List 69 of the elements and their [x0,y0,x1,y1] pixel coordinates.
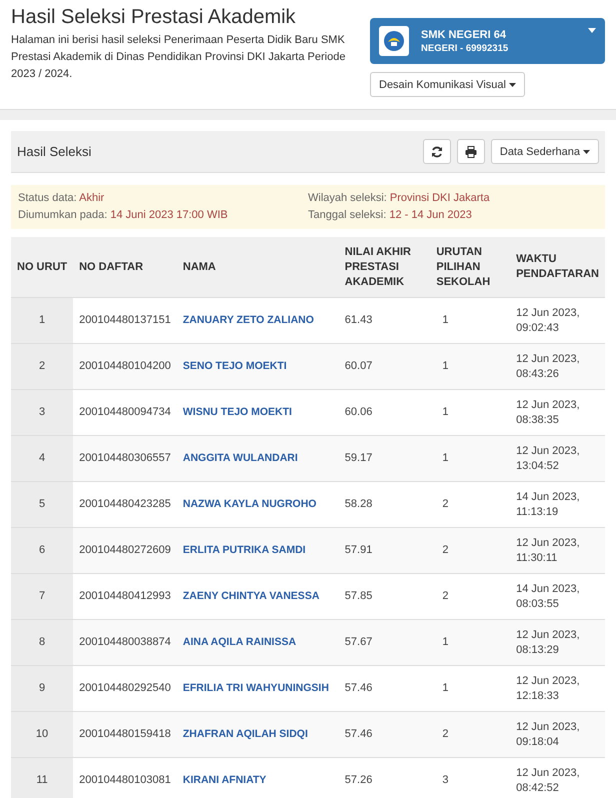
table-cell: 200104480306557 [73,436,177,482]
table-cell: 60.07 [338,344,430,390]
table-cell: 200104480104200 [73,344,177,390]
printer-icon [464,146,477,158]
table-cell: 57.46 [338,712,430,758]
table-cell: 1 [430,436,510,482]
table-cell: 7 [11,574,74,620]
table-cell: 3 [11,390,74,436]
caret-icon [508,82,516,86]
table-cell: 6 [11,528,74,574]
student-name-link[interactable]: KIRANI AFNIATY [182,774,266,786]
table-cell: 9 [11,666,74,712]
student-name-link[interactable]: ZANUARY ZETO ZALIANO [182,314,314,326]
table-cell: 2 [11,344,74,390]
column-header: NO DAFTAR [73,237,177,298]
student-name-link[interactable]: EFRILIA TRI WAHYUNINGSIH [182,682,329,694]
table-cell: 2 [430,528,510,574]
student-name-link[interactable]: ZAENY CHINTYA VANESSA [182,590,320,602]
table-cell: 200104480159418 [73,712,177,758]
info-text: Status data: Akhir [18,191,106,206]
page-title: Hasil Seleksi Prestasi Akademik [11,5,297,29]
column-header: URUTAN PILIHAN SEKOLAH [430,237,510,298]
table-cell: 200104480103081 [73,758,177,798]
table-cell: 200104480038874 [73,620,177,666]
table-cell: 59.17 [338,436,430,482]
table-cell: 57.91 [338,528,430,574]
table-cell: 8 [11,620,74,666]
table-cell: 12 Jun 2023, 08:43:26 [510,344,605,390]
school-selector[interactable]: SMK NEGERI 64 NEGERI - 69992315 [370,18,605,64]
info-text: Wilayah seleksi: Provinsi DKI Jakarta [308,191,491,206]
table-cell: 12 Jun 2023, 08:42:52 [510,758,605,798]
info-text: Diumumkan pada: 14 Juni 2023 17:00 WIB [18,208,229,223]
table-cell: 2 [430,712,510,758]
panel-title: Hasil Seleksi [17,144,92,159]
student-name-link[interactable]: NAZWA KAYLA NUGROHO [182,498,316,510]
table-cell: 11 [11,758,74,798]
table-cell: 1 [430,344,510,390]
student-name-link[interactable]: ERLITA PUTRIKA SAMDI [182,544,306,556]
info-text: Tanggal seleksi: 12 - 14 Jun 2023 [308,208,473,223]
caret-icon [583,150,590,154]
student-name-link[interactable]: WISNU TEJO MOEKTI [182,406,292,418]
table-cell: 57.67 [338,620,430,666]
student-name-link[interactable]: AINA AQILA RAINISSA [182,636,296,648]
table-cell: 4 [11,436,74,482]
column-header: NAMA [176,237,339,298]
table-cell: 12 Jun 2023, 08:13:29 [510,620,605,666]
view-dropdown[interactable]: Data Sederhana [490,139,599,164]
table-cell: 12 Jun 2023, 13:04:52 [510,436,605,482]
column-header: WAKTU PENDAFTARAN [510,237,605,298]
print-button[interactable] [456,139,485,164]
table-cell: 1 [11,298,74,344]
column-header: NILAI AKHIR PRESTASI AKADEMIK [338,237,430,298]
table-cell: 12 Jun 2023, 11:30:11 [510,528,605,574]
student-name-link[interactable]: SENO TEJO MOEKTI [182,360,287,372]
table-cell: 1 [430,620,510,666]
student-name-link[interactable]: ANGGITA WULANDARI [182,452,298,464]
table-cell: 5 [11,482,74,528]
refresh-button[interactable] [422,139,451,164]
caret-icon [588,28,596,33]
page-description: Halaman ini berisi hasil seleksi Penerimaan Peserta Didik Baru SMK Prestasi Akademik di Dinas Pendidikan Provinsi DKI Jakarta Periode 2023 / 2024. [11,33,346,82]
table-cell: 10 [11,712,74,758]
school-logo-icon [379,26,409,56]
refresh-icon [430,146,443,158]
column-header: NO URUT [11,237,74,298]
table-cell: 3 [430,758,510,798]
program-dropdown[interactable]: Desain Komunikasi Visual [370,72,525,97]
table-cell: 12 Jun 2023, 09:18:04 [510,712,605,758]
table-cell: 200104480272609 [73,528,177,574]
table-cell: 57.26 [338,758,430,798]
